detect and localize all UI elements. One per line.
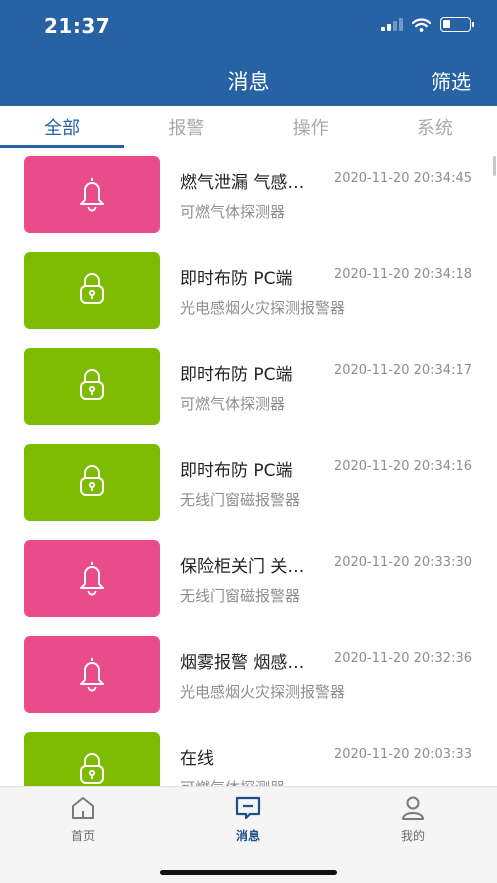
bell-icon <box>75 654 109 696</box>
tab-mine-label: 我的 <box>400 829 425 843</box>
tab-home[interactable]: 首页 <box>48 795 118 844</box>
message-device: 光电感烟火灾探测报警器 <box>180 683 346 701</box>
message-thumbnail <box>24 636 160 713</box>
home-indicator <box>160 870 337 875</box>
message-tabs: 全部 报警 操作 系统 <box>0 106 497 148</box>
lock-icon <box>77 367 107 407</box>
message-title: 即时布防 PC端 <box>180 365 293 385</box>
message-thumbnail <box>24 540 160 617</box>
message-thumbnail <box>24 348 160 425</box>
message-item[interactable]: 烟雾报警 烟感… 2020-11-20 20:32:36 光电感烟火灾探测报警器 <box>0 628 497 724</box>
message-item[interactable]: 即时布防 PC端 2020-11-20 20:34:17 可燃气体探测器 <box>0 340 497 436</box>
message-time: 2020-11-20 20:32:36 <box>333 651 472 666</box>
message-title: 即时布防 PC端 <box>180 269 293 289</box>
message-title: 在线 <box>180 749 214 769</box>
message-time: 2020-11-20 20:34:16 <box>333 459 472 474</box>
message-thumbnail <box>24 732 160 786</box>
message-time: 2020-11-20 20:34:45 <box>333 171 472 186</box>
message-device: 可燃气体探测器 <box>180 777 285 786</box>
message-time: 2020-11-20 20:03:33 <box>333 747 472 762</box>
bell-icon <box>75 174 109 216</box>
cellular-signal-icon <box>381 18 403 31</box>
message-item[interactable]: 燃气泄漏 气感… 2020-11-20 20:34:45 可燃气体探测器 <box>0 148 497 244</box>
tab-home-label: 首页 <box>70 829 95 843</box>
filter-button[interactable]: 筛选 <box>431 66 471 95</box>
tab-operation[interactable]: 操作 <box>249 106 373 148</box>
message-item[interactable]: 即时布防 PC端 2020-11-20 20:34:16 无线门窗磁报警器 <box>0 436 497 532</box>
message-item[interactable]: 即时布防 PC端 2020-11-20 20:34:18 光电感烟火灾探测报警器 <box>0 244 497 340</box>
home-icon <box>72 797 94 819</box>
user-icon <box>402 796 424 820</box>
message-title: 烟雾报警 烟感… <box>180 653 305 673</box>
message-icon <box>235 796 261 820</box>
message-time: 2020-11-20 20:34:17 <box>333 363 472 378</box>
message-time: 2020-11-20 20:33:30 <box>333 555 472 570</box>
page-title: 消息 <box>227 70 270 94</box>
message-title: 即时布防 PC端 <box>180 461 293 481</box>
tab-messages-label: 消息 <box>235 829 260 843</box>
message-item[interactable]: 在线 2020-11-20 20:03:33 可燃气体探测器 <box>0 724 497 786</box>
bell-icon <box>75 558 109 600</box>
tab-system[interactable]: 系统 <box>373 106 497 148</box>
tab-mine[interactable]: 我的 <box>378 795 448 844</box>
wifi-icon <box>412 17 431 32</box>
tab-messages[interactable]: 消息 <box>213 795 283 844</box>
lock-icon <box>77 751 107 787</box>
message-list[interactable]: 燃气泄漏 气感… 2020-11-20 20:34:45 可燃气体探测器 即时布防 P… <box>0 148 497 786</box>
status-icons <box>381 17 474 32</box>
status-time: 21:37 <box>44 14 111 38</box>
battery-icon <box>440 17 474 32</box>
message-device: 光电感烟火灾探测报警器 <box>180 299 346 317</box>
message-device: 无线门窗磁报警器 <box>180 491 301 509</box>
message-device: 无线门窗磁报警器 <box>180 587 301 605</box>
message-time: 2020-11-20 20:34:18 <box>333 267 472 282</box>
message-title: 保险柜关门 关… <box>180 557 305 577</box>
message-item[interactable]: 保险柜关门 关… 2020-11-20 20:33:30 无线门窗磁报警器 <box>0 532 497 628</box>
message-title: 燃气泄漏 气感… <box>180 173 305 193</box>
tab-all[interactable]: 全部 <box>0 106 125 148</box>
app-header: 21:37 消息 筛选 <box>0 0 497 106</box>
message-device: 可燃气体探测器 <box>180 395 286 413</box>
message-thumbnail <box>24 252 160 329</box>
lock-icon <box>77 271 107 311</box>
message-thumbnail <box>24 156 160 233</box>
message-device: 可燃气体探测器 <box>180 203 286 221</box>
message-thumbnail <box>24 444 160 521</box>
lock-icon <box>77 463 107 503</box>
tab-alarm[interactable]: 报警 <box>124 106 248 148</box>
bottom-tab-bar: 首页 消息 我的 <box>0 786 497 883</box>
